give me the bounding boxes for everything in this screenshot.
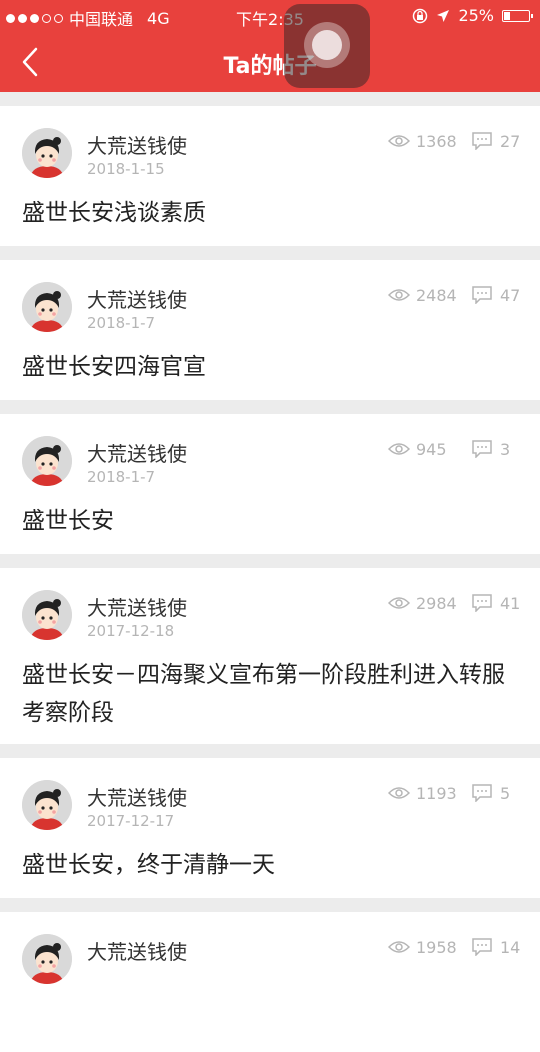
eye-icon [388,597,410,609]
author-name[interactable]: 大荒送钱使 [87,782,187,811]
post-card[interactable]: 大荒送钱使 2018-1-15 1368 27 盛世长安浅谈素质 [0,106,540,246]
comment-count: 5 [500,783,511,803]
author-name[interactable]: 大荒送钱使 [87,592,187,621]
post-card[interactable]: 大荒送钱使 2018-1-7 945 3 盛世长安 [0,414,540,554]
comment-count: 47 [500,285,521,305]
eye-icon [388,941,410,953]
avatar[interactable] [22,780,72,830]
avatar-girl-icon [22,780,72,830]
view-count: 1193 [416,783,457,803]
battery-percent: 25% [458,6,494,25]
post-title[interactable]: 盛世长安－四海聚义宣布第一阶段胜利进入转服考察阶段 [22,656,520,732]
post-title[interactable]: 盛世长安，终于清静一天 [22,846,520,884]
comment-icon [472,440,492,458]
comment-count: 27 [500,131,521,151]
page-title: Ta的帖子 [223,54,317,79]
author-name[interactable]: 大荒送钱使 [87,284,187,313]
comment-icon [472,938,492,956]
post-date: 2018-1-7 [87,468,156,486]
view-count: 945 [416,439,447,459]
post-date: 2017-12-18 [87,622,175,640]
eye-icon [388,787,410,799]
post-stats: 1958 14 [388,936,520,958]
avatar-girl-icon [22,934,72,984]
post-stats: 945 3 [388,438,510,460]
avatar-girl-icon [22,128,72,178]
comment-icon [472,286,492,304]
assistive-touch-button[interactable] [284,4,370,88]
battery-icon [502,9,533,22]
post-card[interactable]: 大荒送钱使 1958 14 [0,912,540,1052]
avatar[interactable] [22,934,72,984]
view-count: 1958 [416,937,457,957]
view-count: 2984 [416,593,457,613]
post-stats: 2984 41 [388,592,520,614]
view-count: 2484 [416,285,457,305]
author-name[interactable]: 大荒送钱使 [87,936,187,965]
post-title[interactable]: 盛世长安四海官宣 [22,348,520,386]
nav-bar: Ta的帖子 [0,32,540,92]
post-card[interactable]: 大荒送钱使 2017-12-17 1193 5 盛世长安，终于清静一天 [0,758,540,898]
post-date: 2018-1-15 [87,160,165,178]
post-stats: 1368 27 [388,130,520,152]
avatar[interactable] [22,128,72,178]
comment-icon [472,132,492,150]
comment-count: 14 [500,937,521,957]
eye-icon [388,135,410,147]
eye-icon [388,289,410,301]
comment-icon [472,594,492,612]
avatar-girl-icon [22,590,72,640]
post-stats: 2484 47 [388,284,520,306]
comment-icon [472,784,492,802]
post-list: 大荒送钱使 2018-1-15 1368 27 盛世长安浅谈素质 大荒送钱使 2… [0,92,540,1052]
orientation-lock-icon [413,8,428,23]
post-title[interactable]: 盛世长安浅谈素质 [22,194,520,232]
avatar[interactable] [22,436,72,486]
view-count: 1368 [416,131,457,151]
avatar-girl-icon [22,282,72,332]
author-name[interactable]: 大荒送钱使 [87,130,187,159]
post-card[interactable]: 大荒送钱使 2017-12-18 2984 41 盛世长安－四海聚义宣布第一阶段… [0,568,540,744]
location-arrow-icon [437,9,450,22]
post-card[interactable]: 大荒送钱使 2018-1-7 2484 47 盛世长安四海官宣 [0,260,540,400]
avatar[interactable] [22,282,72,332]
comment-count: 41 [500,593,521,613]
author-name[interactable]: 大荒送钱使 [87,438,187,467]
eye-icon [388,443,410,455]
post-date: 2018-1-7 [87,314,156,332]
post-title[interactable]: 盛世长安 [22,502,520,540]
comment-count: 3 [500,439,511,459]
avatar[interactable] [22,590,72,640]
post-date: 2017-12-17 [87,812,175,830]
avatar-girl-icon [22,436,72,486]
post-stats: 1193 5 [388,782,510,804]
status-bar: 中国联通 4G 下午2:35 25% [0,0,540,32]
